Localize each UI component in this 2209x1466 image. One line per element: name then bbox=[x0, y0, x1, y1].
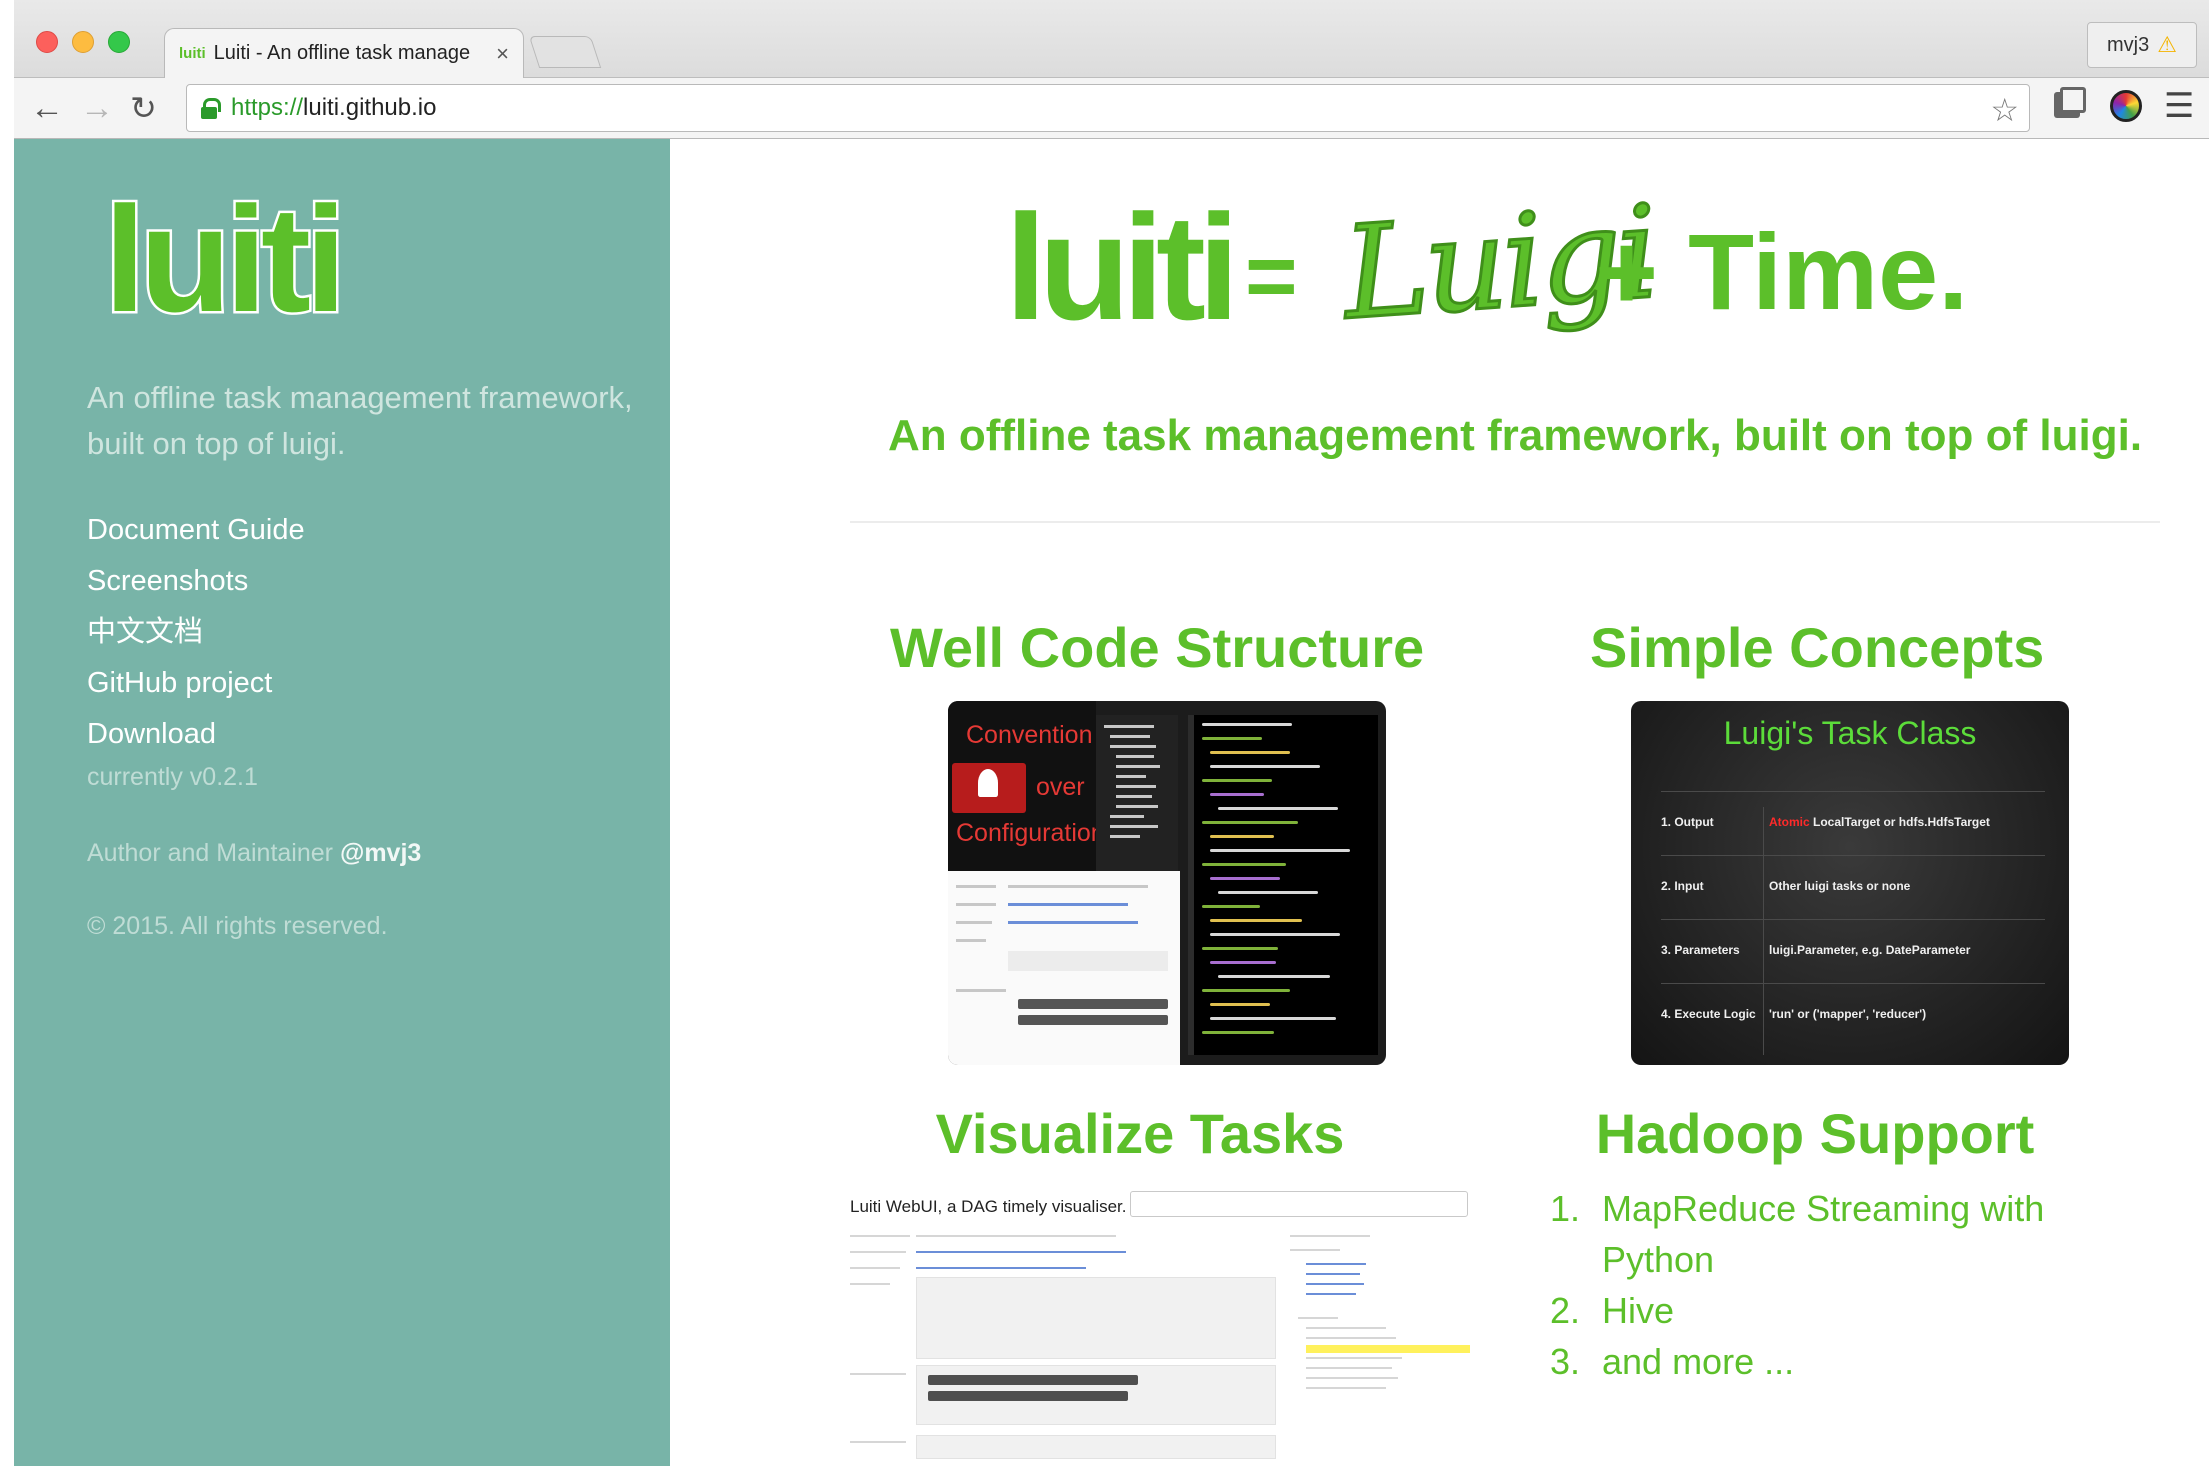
hadoop-support-list: 1. MapReduce Streaming with Python 2. Hive… bbox=[1550, 1183, 2150, 1387]
task-row-label: 1. Output bbox=[1661, 815, 1714, 829]
hero-banner: luiti = Luigi + Time. bbox=[1005, 179, 1968, 351]
task-row-value: Atomic LocalTarget or hdfs.HdfsTarget bbox=[1769, 815, 1990, 829]
list-item-text: MapReduce Streaming with Python bbox=[1602, 1188, 2045, 1280]
tab-title: Luiti - An offline task manage bbox=[213, 42, 471, 64]
sidebar-nav: Document Guide Screenshots 中文文档 GitHub p… bbox=[87, 505, 305, 760]
visualiser-json-box bbox=[916, 1277, 1276, 1359]
profile-name: mvj3 bbox=[2107, 33, 2150, 56]
hero-luiti-text: luiti bbox=[1005, 183, 1232, 351]
reload-icon[interactable]: ↻ bbox=[130, 88, 157, 128]
zoom-window-button[interactable] bbox=[108, 31, 130, 53]
list-item-number: 1. bbox=[1550, 1188, 1581, 1229]
task-row-label: 4. Execute Logic bbox=[1661, 1007, 1756, 1021]
address-bar[interactable]: https:// luiti.github.io ☆ bbox=[186, 84, 2030, 132]
sidebar-item-document-guide: Document Guide bbox=[87, 505, 305, 556]
convention-panel: Convention over Configuration bbox=[948, 701, 1105, 871]
sidebar-item-chinese-docs: 中文文档 bbox=[87, 607, 305, 658]
task-row-execute-logic: 4. Execute Logic 'run' or ('mapper', 're… bbox=[1661, 983, 2045, 1047]
luiti-favicon-icon: luiti bbox=[179, 45, 206, 62]
tab-strip: luiti Luiti - An offline task manage × m… bbox=[14, 0, 2209, 78]
visualiser-search-box bbox=[1130, 1191, 1468, 1217]
close-window-button[interactable] bbox=[36, 31, 58, 53]
browser-chrome: luiti Luiti - An offline task manage × m… bbox=[14, 0, 2209, 139]
list-item-number: 2. bbox=[1550, 1290, 1581, 1331]
task-row-value: luigi.Parameter, e.g. DateParameter bbox=[1769, 943, 1971, 957]
download-link[interactable]: Download bbox=[87, 718, 216, 750]
atomic-label: Atomic bbox=[1769, 815, 1810, 829]
list-item: 3. and more ... bbox=[1550, 1336, 2150, 1387]
main-content: luiti = Luigi + Time. An offline task ma… bbox=[670, 139, 2209, 1466]
sidebar-item-download: Download bbox=[87, 709, 305, 760]
document-guide-link[interactable]: Document Guide bbox=[87, 514, 305, 546]
task-row-value: Other luigi tasks or none bbox=[1769, 879, 1911, 893]
url-host: luiti.github.io bbox=[303, 94, 437, 121]
over-text: over bbox=[1036, 773, 1085, 801]
visualiser-screenshot[interactable]: Luiti WebUI, a DAG timely visualiser. bbox=[850, 1187, 1470, 1466]
browser-toolbar: ← → ↻ https:// luiti.github.io ☆ ☰ bbox=[14, 78, 2209, 139]
task-row-parameters: 3. Parameters luigi.Parameter, e.g. Date… bbox=[1661, 919, 2045, 983]
luiti-logo[interactable]: luiti bbox=[100, 187, 360, 337]
feature-title-simple-concepts: Simple Concepts bbox=[1590, 616, 2045, 679]
sidebar: luiti An offline task management framewo… bbox=[14, 139, 670, 1466]
github-project-link[interactable]: GitHub project bbox=[87, 667, 272, 699]
sidebar-tagline: An offline task management framework, bu… bbox=[87, 380, 633, 461]
main-tagline: An offline task management framework, bu… bbox=[887, 411, 2143, 460]
forward-arrow-icon[interactable]: → bbox=[80, 88, 114, 128]
task-row-label: 3. Parameters bbox=[1661, 943, 1740, 957]
rails-logo-icon bbox=[952, 763, 1026, 813]
list-item: 2. Hive bbox=[1550, 1285, 2150, 1336]
author-prefix: Author and Maintainer bbox=[87, 839, 340, 867]
bookmark-star-icon[interactable]: ☆ bbox=[1990, 91, 2019, 129]
list-item-text: Hive bbox=[1602, 1290, 1675, 1331]
screenshots-link[interactable]: Screenshots bbox=[87, 565, 248, 597]
list-item: 1. MapReduce Streaming with Python bbox=[1550, 1183, 2150, 1285]
sidebar-item-screenshots: Screenshots bbox=[87, 556, 305, 607]
url-scheme: https:// bbox=[231, 94, 304, 121]
sidebar-item-github-project: GitHub project bbox=[87, 658, 305, 709]
feature-title-code-structure: Well Code Structure bbox=[890, 616, 1425, 679]
hero-plus-time: + Time. bbox=[1595, 211, 1968, 332]
back-arrow-icon[interactable]: ← bbox=[30, 88, 64, 128]
new-tab-button[interactable] bbox=[528, 36, 602, 68]
copyright-text: © 2015. All rights reserved. bbox=[87, 912, 388, 940]
profile-badge[interactable]: mvj3 ⚠ bbox=[2087, 22, 2197, 68]
author-handle-link[interactable]: @mvj3 bbox=[340, 839, 421, 867]
visualiser-required-by-box bbox=[916, 1435, 1276, 1459]
chinese-docs-link[interactable]: 中文文档 bbox=[87, 616, 203, 648]
task-detail-panel bbox=[948, 871, 1180, 1065]
menu-icon[interactable]: ☰ bbox=[2164, 86, 2194, 126]
list-item-text: and more ... bbox=[1602, 1341, 1795, 1382]
task-row-label: 2. Input bbox=[1661, 879, 1704, 893]
task-row-value-text: LocalTarget or hdfs.HdfsTarget bbox=[1809, 815, 1990, 829]
color-picker-extension-icon[interactable] bbox=[2110, 90, 2142, 122]
task-row-output: 1. Output Atomic LocalTarget or hdfs.Hdf… bbox=[1661, 791, 2045, 855]
cast-extension-icon[interactable] bbox=[2054, 87, 2086, 118]
task-row-value: 'run' or ('mapper', 'reducer') bbox=[1769, 1007, 1927, 1021]
feature-title-hadoop-support: Hadoop Support bbox=[1595, 1102, 2035, 1165]
logo-text: luiti bbox=[104, 187, 341, 337]
divider bbox=[850, 521, 2160, 523]
version-text: currently v0.2.1 bbox=[87, 763, 258, 791]
configuration-text: Configuration bbox=[956, 819, 1105, 847]
author-line: Author and Maintainer @mvj3 bbox=[87, 839, 421, 868]
hero-equals: = bbox=[1245, 227, 1298, 327]
convention-text: Convention bbox=[966, 721, 1093, 749]
minimize-window-button[interactable] bbox=[72, 31, 94, 53]
code-editor-panel bbox=[1188, 715, 1378, 1055]
task-row-input: 2. Input Other luigi tasks or none bbox=[1661, 855, 2045, 919]
task-class-screenshot[interactable]: Luigi's Task Class 1. Output Atomic Loca… bbox=[1631, 701, 2069, 1065]
browser-tab-active[interactable]: luiti Luiti - An offline task manage × bbox=[164, 28, 524, 78]
visualiser-title: Luiti WebUI, a DAG timely visualiser. bbox=[850, 1197, 1127, 1216]
list-item-number: 3. bbox=[1550, 1341, 1581, 1382]
feature-title-visualize-tasks: Visualize Tasks bbox=[935, 1102, 1345, 1165]
visualiser-highlight bbox=[1306, 1345, 1470, 1353]
warning-icon: ⚠ bbox=[2157, 32, 2177, 57]
lock-icon[interactable] bbox=[201, 98, 221, 119]
task-class-heading: Luigi's Task Class bbox=[1723, 715, 1977, 751]
tab-close-icon[interactable]: × bbox=[496, 41, 509, 67]
code-structure-screenshot[interactable]: Convention over Configuration bbox=[948, 701, 1386, 1065]
